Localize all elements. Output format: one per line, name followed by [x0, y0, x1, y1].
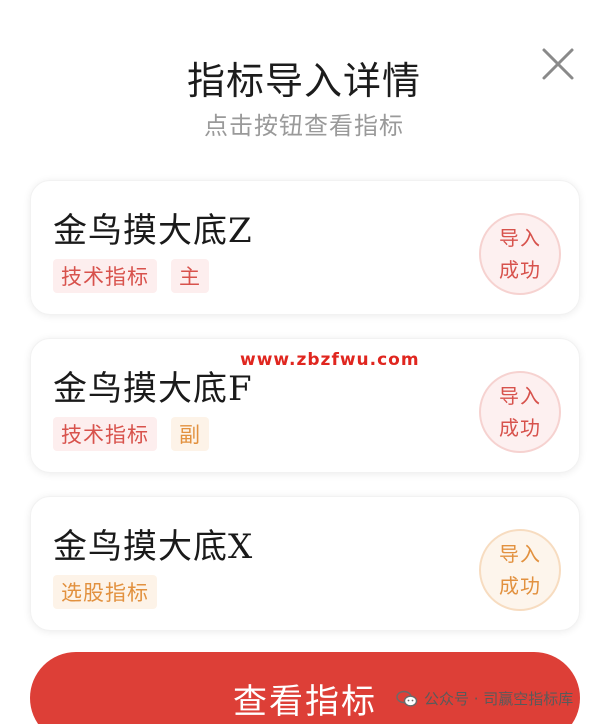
dialog-subtitle: 点击按钮查看指标 [204, 112, 404, 140]
stamp-line-2: 成功 [499, 258, 541, 282]
indicator-tags: 选股指标 [53, 575, 157, 609]
import-details-dialog: 指标导入详情 点击按钮查看指标 金鸟摸大底Z 技术指标 主 导入 成功 金鸟摸大… [0, 0, 608, 724]
source-credit: 公众号 · 司赢空指标库 [396, 688, 573, 709]
indicator-card[interactable]: 金鸟摸大底X 选股指标 导入 成功 [30, 496, 580, 631]
close-button[interactable] [536, 42, 580, 86]
credit-text: 公众号 · 司赢空指标库 [424, 690, 574, 708]
indicator-tags: 技术指标 副 [53, 417, 209, 451]
import-success-stamp: 导入 成功 [479, 213, 561, 295]
watermark-text: www.zbzfwu.com [240, 350, 420, 370]
dialog-title: 指标导入详情 [186, 59, 421, 103]
stamp-line-1: 导入 [499, 542, 541, 566]
stamp-line-2: 成功 [499, 416, 541, 440]
indicator-name: 金鸟摸大底F [53, 369, 253, 409]
tag-type: 技术指标 [53, 417, 157, 451]
indicator-name: 金鸟摸大底X [53, 527, 254, 567]
tag-type: 技术指标 [53, 259, 157, 293]
stamp-line-1: 导入 [499, 226, 541, 250]
wechat-icon [396, 690, 418, 707]
view-indicators-label: 查看指标 [233, 682, 377, 722]
import-success-stamp: 导入 成功 [479, 371, 561, 453]
indicator-name: 金鸟摸大底Z [53, 211, 253, 251]
tag-type: 选股指标 [53, 575, 157, 609]
indicator-tags: 技术指标 主 [53, 259, 209, 293]
import-success-stamp: 导入 成功 [479, 529, 561, 611]
stamp-line-2: 成功 [499, 574, 541, 598]
indicator-card[interactable]: 金鸟摸大底Z 技术指标 主 导入 成功 [30, 180, 580, 315]
tag-position: 副 [171, 417, 209, 451]
close-icon [542, 48, 574, 80]
stamp-line-1: 导入 [499, 384, 541, 408]
tag-position: 主 [171, 259, 209, 293]
